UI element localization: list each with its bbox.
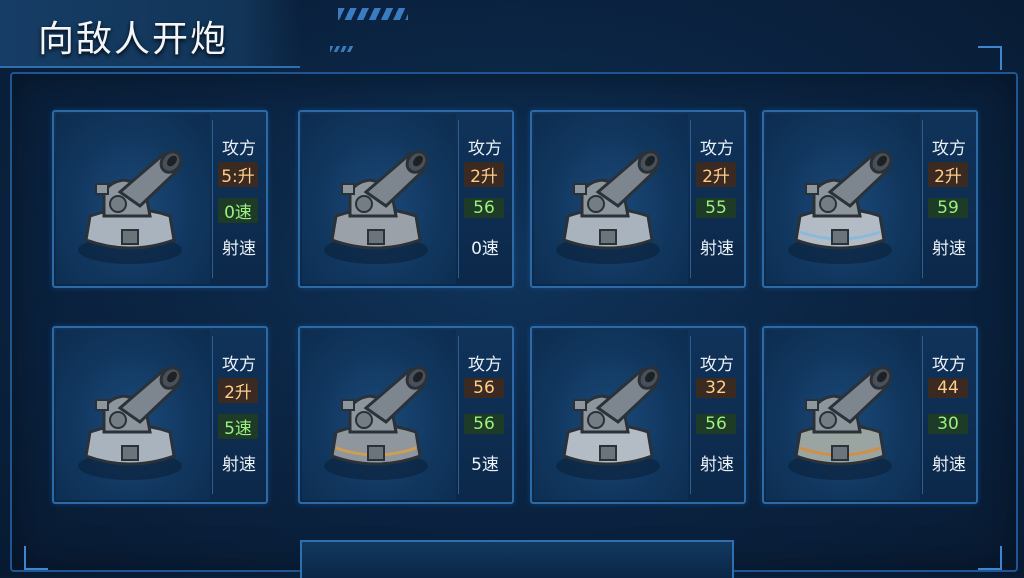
turret-image (302, 330, 456, 500)
bottom-tab (300, 540, 734, 578)
turret-card[interactable]: 攻方 2升 55 射速 (530, 110, 746, 288)
attack-value: 56 (464, 378, 504, 398)
cannon-turret-icon (324, 150, 429, 264)
turret-card[interactable]: 攻方 5:升 0速射速 (52, 110, 268, 288)
frame-corner (24, 546, 48, 570)
attack-value: 32 (696, 378, 736, 398)
attack-label: 攻方 (932, 139, 966, 159)
speed-value: 30 (928, 414, 968, 434)
cannon-turret-icon (556, 366, 661, 480)
rate-label: 射速 (932, 455, 966, 475)
cannon-turret-icon (78, 150, 183, 264)
attack-value: 5:升 (218, 162, 258, 187)
card-divider (690, 120, 691, 278)
attack-label: 攻方 (700, 139, 734, 159)
attack-value: 2升 (928, 162, 968, 187)
decor-stripes (338, 8, 408, 20)
rate-label: 0速 (471, 239, 499, 259)
attack-value: 2升 (218, 378, 258, 403)
turret-image (302, 114, 456, 284)
attack-label: 攻方 (468, 139, 502, 159)
rate-label: 射速 (222, 455, 256, 475)
cannon-turret-icon (78, 366, 183, 480)
page-title: 向敌人开炮 (38, 19, 229, 60)
card-divider (212, 336, 213, 494)
speed-value: 0速 (218, 198, 258, 223)
decor-stripes-small (330, 46, 354, 52)
turret-image (766, 114, 920, 284)
turret-card[interactable]: 攻方 44 30 射速 (762, 326, 978, 504)
turret-card[interactable]: 攻方 32 56 射速 (530, 326, 746, 504)
turret-image (766, 330, 920, 500)
turret-image (56, 114, 210, 284)
turret-card[interactable]: 攻方 2升 5速射速 (52, 326, 268, 504)
cannon-turret-icon (788, 150, 893, 264)
rate-label: 射速 (222, 239, 256, 259)
speed-value: 5速 (218, 414, 258, 439)
attack-label: 攻方 (222, 355, 256, 375)
speed-value: 59 (928, 198, 968, 218)
turret-image (56, 330, 210, 500)
turret-card[interactable]: 攻方 56 56 5速 (298, 326, 514, 504)
attack-label: 攻方 (222, 139, 256, 159)
turret-image (534, 114, 688, 284)
cannon-turret-icon (556, 150, 661, 264)
turret-image (534, 330, 688, 500)
frame-corner (978, 546, 1002, 570)
turret-card[interactable]: 攻方 2升 56 0速 (298, 110, 514, 288)
card-divider (922, 336, 923, 494)
rate-label: 射速 (932, 239, 966, 259)
cannon-turret-icon (324, 366, 429, 480)
speed-value: 56 (464, 414, 504, 434)
card-divider (690, 336, 691, 494)
speed-value: 56 (696, 414, 736, 434)
rate-label: 5速 (471, 455, 499, 475)
card-divider (922, 120, 923, 278)
frame-corner (978, 46, 1002, 70)
cannon-turret-icon (788, 366, 893, 480)
card-divider (458, 336, 459, 494)
rate-label: 射速 (700, 455, 734, 475)
speed-value: 55 (696, 198, 736, 218)
attack-value: 2升 (696, 162, 736, 187)
attack-label: 攻方 (468, 355, 502, 375)
turret-card[interactable]: 攻方 2升 59 射速 (762, 110, 978, 288)
speed-value: 56 (464, 198, 504, 218)
card-divider (458, 120, 459, 278)
attack-label: 攻方 (932, 355, 966, 375)
card-divider (212, 120, 213, 278)
attack-label: 攻方 (700, 355, 734, 375)
attack-value: 44 (928, 378, 968, 398)
rate-label: 射速 (700, 239, 734, 259)
attack-value: 2升 (464, 162, 504, 187)
